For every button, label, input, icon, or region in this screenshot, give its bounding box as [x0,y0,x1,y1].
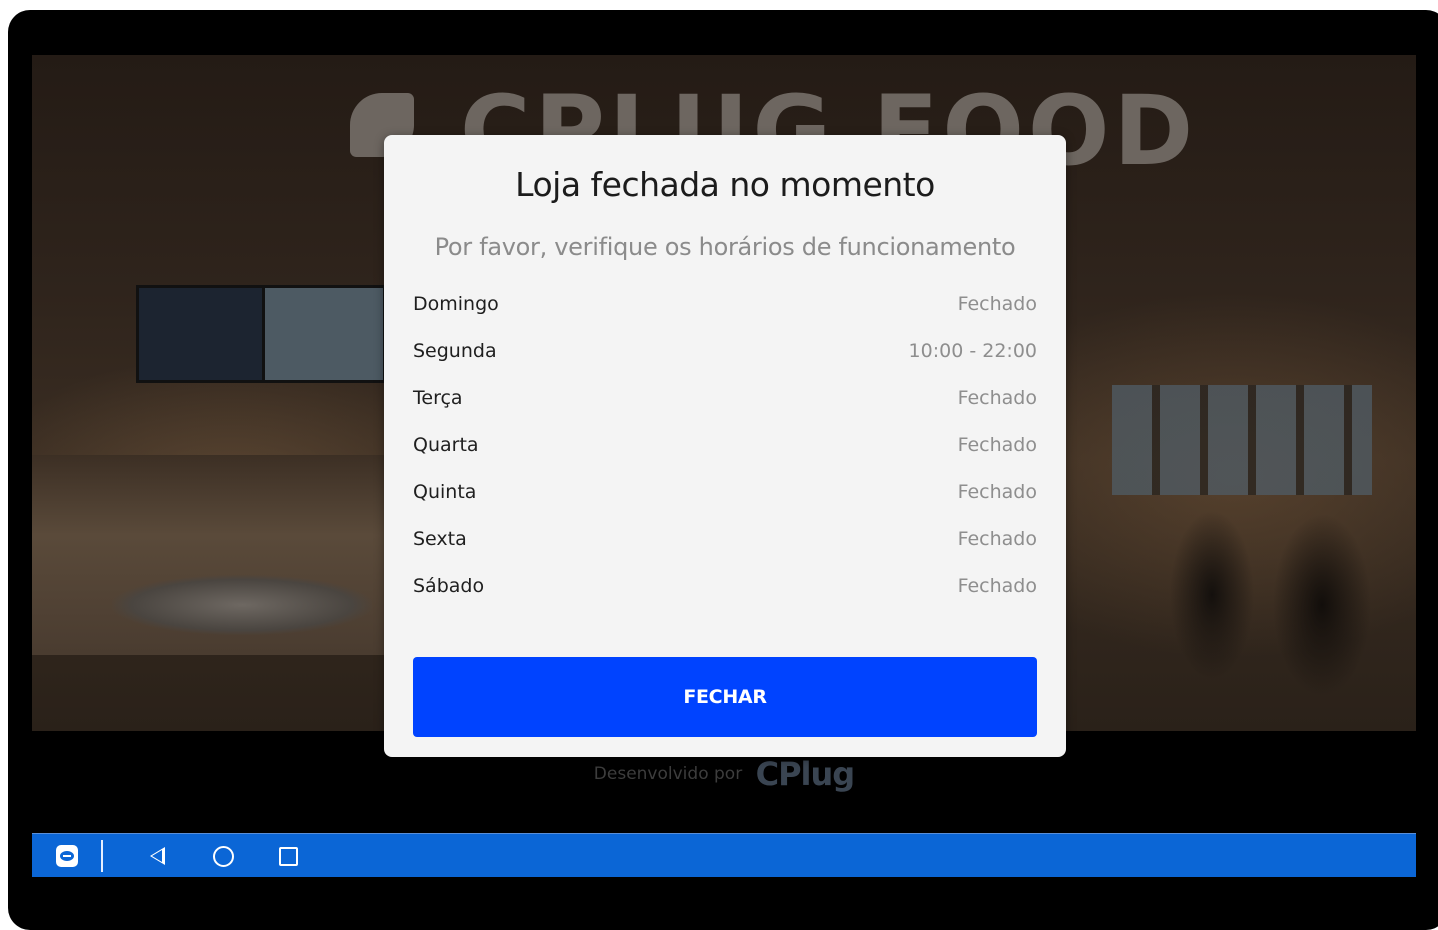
navbar-divider [101,840,103,872]
day-label: Quarta [413,433,479,456]
hours-row-terca: Terça Fechado [413,374,1037,421]
back-icon[interactable] [144,843,170,869]
time-value: Fechado [957,480,1037,503]
recents-icon[interactable] [275,843,301,869]
hours-row-quinta: Quinta Fechado [413,468,1037,515]
hours-row-segunda: Segunda 10:00 - 22:00 [413,327,1037,374]
hours-row-domingo: Domingo Fechado [413,280,1037,327]
hours-row-sabado: Sábado Fechado [413,562,1037,609]
day-label: Terça [413,386,463,409]
day-label: Segunda [413,339,497,362]
diners [1152,445,1372,705]
hours-row-quarta: Quarta Fechado [413,421,1037,468]
dialog-subtitle: Por favor, verifique os horários de func… [434,233,1016,261]
day-label: Quinta [413,480,477,503]
android-navigation-bar [32,833,1416,877]
developer-credit: Desenvolvido por CPlug [32,755,1416,793]
teamviewer-icon[interactable] [54,843,80,869]
close-button[interactable]: FECHAR [413,657,1037,737]
menu-board [136,285,266,383]
day-label: Domingo [413,292,499,315]
day-label: Sábado [413,574,485,597]
menu-board [262,285,386,383]
time-value: Fechado [957,386,1037,409]
plates [112,575,372,635]
dialog-title: Loja fechada no momento [515,165,935,204]
day-label: Sexta [413,527,467,550]
home-icon[interactable] [210,843,236,869]
store-closed-dialog: Loja fechada no momento Por favor, verif… [384,135,1066,757]
time-value: Fechado [957,292,1037,315]
time-value: 10:00 - 22:00 [908,339,1037,362]
hours-row-sexta: Sexta Fechado [413,515,1037,562]
opening-hours-list: Domingo Fechado Segunda 10:00 - 22:00 Te… [413,280,1037,609]
developed-by-label: Desenvolvido por [593,764,743,784]
time-value: Fechado [957,433,1037,456]
time-value: Fechado [957,574,1037,597]
time-value: Fechado [957,527,1037,550]
cplug-logo: CPlug [755,755,856,793]
